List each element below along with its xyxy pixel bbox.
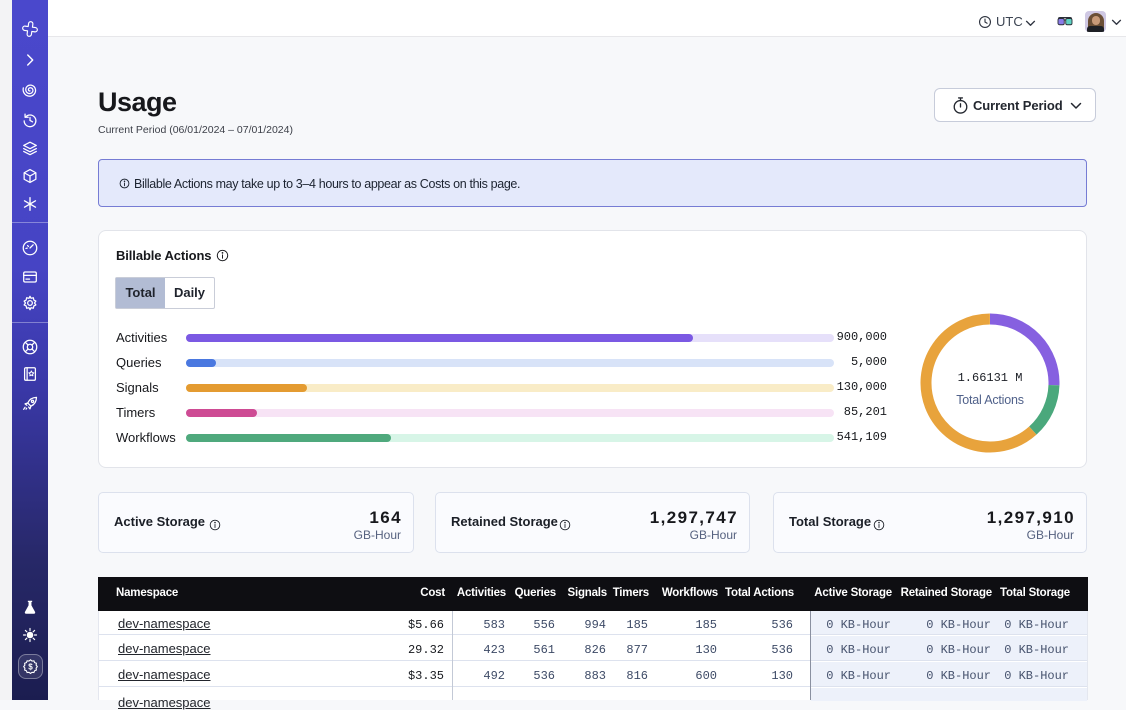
svg-text:$: $: [28, 663, 33, 672]
